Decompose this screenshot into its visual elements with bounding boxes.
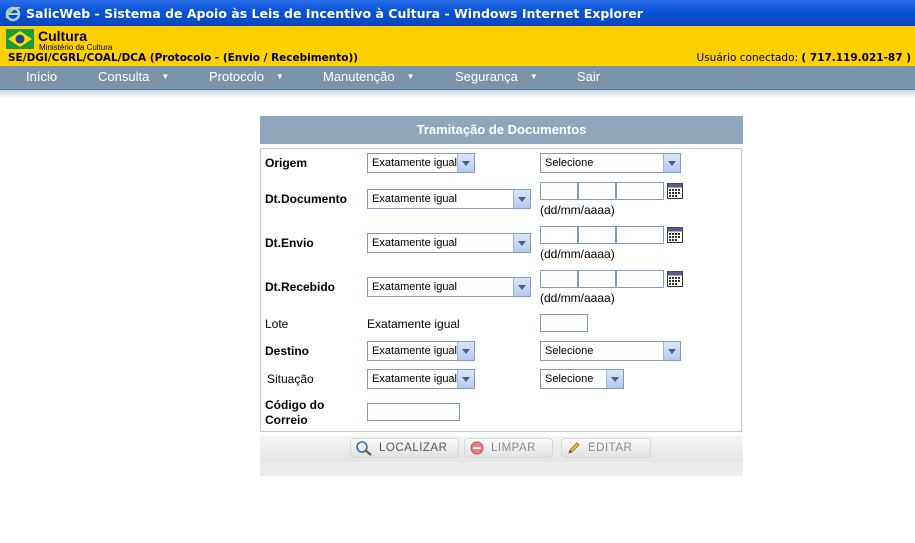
site-header: Cultura Ministério da Cultura SE/DGI/CGR…	[0, 26, 915, 66]
dt-recebido-label: Dt.Recebido	[265, 280, 336, 294]
situacao-operator-select[interactable]: Exatamente igual	[367, 369, 475, 389]
dt-recebido-day-input[interactable]	[540, 270, 578, 288]
caret-down-icon: ▼	[406, 72, 415, 81]
caret-down-icon: ▼	[529, 72, 538, 81]
origem-select[interactable]: Selecione	[540, 153, 681, 173]
select-value: Selecione	[545, 373, 594, 385]
dt-documento-month-input[interactable]	[578, 182, 616, 200]
menu-label: Sair	[577, 69, 601, 84]
codigo-correio-input[interactable]	[367, 403, 460, 421]
destino-operator-select[interactable]: Exatamente igual	[367, 341, 475, 361]
destino-select[interactable]: Selecione	[540, 341, 681, 361]
dt-envio-operator-select[interactable]: Exatamente igual	[367, 233, 531, 253]
situacao-label: Situação	[267, 372, 314, 386]
menu-item-seguranca[interactable]: Segurança ▼	[455, 69, 538, 84]
select-value: Selecione	[545, 157, 594, 169]
origem-operator-select[interactable]: Exatamente igual	[367, 153, 475, 173]
panel-title: Tramitação de Documentos	[260, 116, 743, 144]
destino-label: Destino	[265, 344, 310, 358]
lote-input[interactable]	[540, 314, 588, 332]
menu-item-manutencao[interactable]: Manutenção ▼	[323, 69, 414, 84]
dt-recebido-year-input[interactable]	[616, 270, 664, 288]
dt-recebido-operator-select[interactable]: Exatamente igual	[367, 277, 531, 297]
caret-down-icon: ▼	[275, 72, 284, 81]
select-value: Exatamente igual	[372, 373, 457, 385]
select-value: Exatamente igual	[372, 281, 457, 293]
dt-envio-year-input[interactable]	[616, 226, 664, 244]
select-value: Exatamente igual	[372, 157, 457, 169]
editar-button[interactable]: EDITAR	[561, 438, 651, 458]
clear-icon	[470, 441, 484, 455]
menu-label: Consulta	[98, 69, 150, 84]
dropdown-arrow-icon	[606, 370, 623, 388]
window-titlebar: SalicWeb - Sistema de Apoio às Leis de I…	[0, 0, 915, 26]
menu-shadow	[0, 90, 915, 98]
dt-documento-year-input[interactable]	[616, 182, 664, 200]
dropdown-arrow-icon	[457, 154, 474, 172]
dropdown-arrow-icon	[513, 278, 530, 296]
calendar-icon[interactable]	[667, 227, 683, 243]
user-id: ( 717.119.021-87 )	[801, 52, 911, 64]
codigo-correio-label-line2: Correio	[265, 413, 308, 427]
calendar-icon[interactable]	[667, 271, 683, 287]
dt-envio-month-input[interactable]	[578, 226, 616, 244]
menu-item-protocolo[interactable]: Protocolo ▼	[209, 69, 284, 84]
user-label: Usuário conectado:	[696, 52, 799, 64]
caret-down-icon: ▼	[161, 72, 170, 81]
localizar-button[interactable]: LOCALIZAR	[350, 438, 459, 458]
menu-label: Segurança	[455, 69, 518, 84]
menu-item-sair[interactable]: Sair	[577, 69, 600, 84]
menu-label: Manutenção	[323, 69, 395, 84]
calendar-icon[interactable]	[667, 183, 683, 199]
lote-operator: Exatamente igual	[367, 317, 460, 331]
menu-item-consulta[interactable]: Consulta ▼	[98, 69, 169, 84]
menu-label: Início	[26, 69, 58, 84]
dt-envio-day-input[interactable]	[540, 226, 578, 244]
dropdown-arrow-icon	[663, 154, 680, 172]
situacao-select[interactable]: Selecione	[540, 369, 624, 389]
connected-user: Usuário conectado: ( 717.119.021-87 )	[697, 52, 911, 64]
dt-recebido-month-input[interactable]	[578, 270, 616, 288]
internet-explorer-icon	[5, 6, 21, 22]
window-title: SalicWeb - Sistema de Apoio às Leis de I…	[26, 5, 643, 21]
dropdown-arrow-icon	[513, 190, 530, 208]
brand-name: Cultura	[38, 28, 87, 44]
select-value: Exatamente igual	[372, 345, 457, 357]
menu-item-inicio[interactable]: Início	[26, 69, 57, 84]
codigo-correio-label-line1: Código do	[265, 398, 325, 412]
date-format-hint: (dd/mm/aaaa)	[540, 247, 615, 261]
dropdown-arrow-icon	[513, 234, 530, 252]
select-value: Exatamente igual	[372, 237, 457, 249]
breadcrumb: SE/DGI/CGRL/COAL/DCA (Protocolo - (Envio…	[8, 52, 359, 64]
select-value: Exatamente igual	[372, 193, 457, 205]
dropdown-arrow-icon	[663, 342, 680, 360]
button-label: LIMPAR	[491, 442, 536, 454]
ministry-name: Ministério da Cultura	[39, 43, 113, 52]
limpar-button[interactable]: LIMPAR	[464, 438, 553, 458]
select-value: Selecione	[545, 345, 594, 357]
magnifier-icon	[356, 441, 372, 456]
lote-label: Lote	[265, 317, 289, 331]
dropdown-arrow-icon	[457, 370, 474, 388]
date-format-hint: (dd/mm/aaaa)	[540, 203, 615, 217]
button-bar-footer	[260, 462, 743, 476]
origem-label: Origem	[265, 156, 308, 170]
pencil-icon	[568, 442, 580, 454]
dt-documento-label: Dt.Documento	[265, 192, 347, 206]
date-format-hint: (dd/mm/aaaa)	[540, 291, 615, 305]
button-label: LOCALIZAR	[379, 442, 448, 454]
dropdown-arrow-icon	[457, 342, 474, 360]
dt-envio-label: Dt.Envio	[265, 236, 314, 250]
menu-label: Protocolo	[209, 69, 264, 84]
dt-documento-day-input[interactable]	[540, 182, 578, 200]
brazil-flag-logo	[6, 29, 34, 49]
button-label: EDITAR	[588, 442, 633, 454]
main-menu: Início Consulta ▼ Protocolo ▼ Manutenção…	[0, 66, 915, 90]
dt-documento-operator-select[interactable]: Exatamente igual	[367, 189, 531, 209]
